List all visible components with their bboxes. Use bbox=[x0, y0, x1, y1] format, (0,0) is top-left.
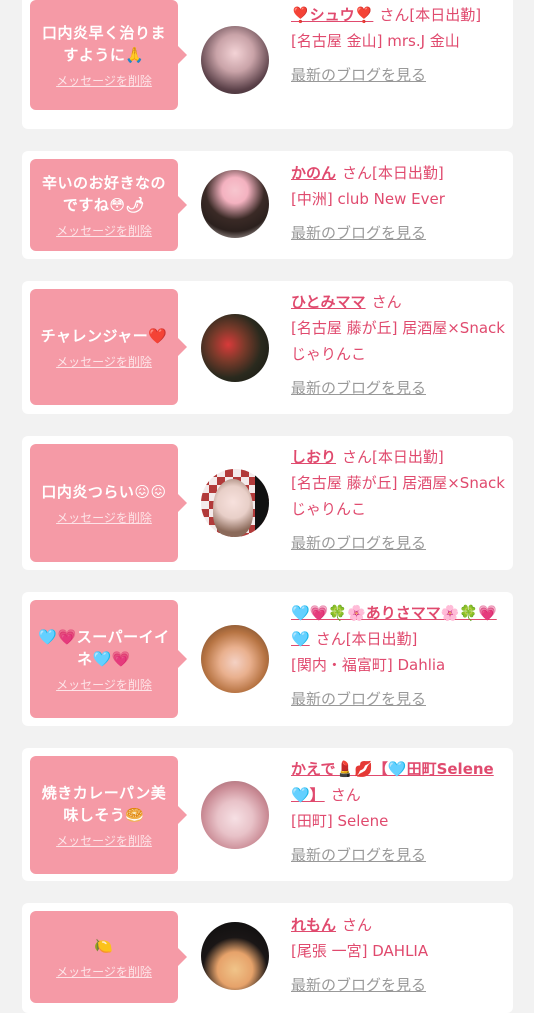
delete-message-link[interactable]: メッセージを削除 bbox=[56, 676, 152, 693]
profile-info: れもん さん [尾張 一宮] DAHLIA 最新のブログを見る bbox=[291, 912, 506, 998]
avatar[interactable] bbox=[201, 170, 269, 238]
latest-blog-link[interactable]: 最新のブログを見る bbox=[291, 375, 506, 401]
profile-info: ❣️シュウ❣️ さん[本日出勤] [名古屋 金山] mrs.J 金山 最新のブログ… bbox=[291, 2, 506, 88]
delete-message-link[interactable]: メッセージを削除 bbox=[56, 832, 152, 849]
message-bubble: 辛いのお好きなのですね😳🌶 メッセージを削除 bbox=[30, 159, 187, 251]
message-text: 🍋 bbox=[94, 936, 114, 955]
message-card: チャレンジャー❤️ メッセージを削除 ひとみママ さん [名古屋 藤が丘] 居酒屋… bbox=[22, 281, 513, 414]
shop-info: [名古屋 金山] mrs.J 金山 bbox=[291, 32, 460, 50]
avatar[interactable] bbox=[201, 314, 269, 382]
message-card: 口内炎早く治りますように🙏 メッセージを削除 ❣️シュウ❣️ さん[本日出勤] [… bbox=[22, 0, 513, 129]
honorific: さん bbox=[342, 916, 373, 934]
profile-info: かえで💄💋【🩵田町Selene🩵】 さん [田町] Selene 最新のブログを見… bbox=[291, 756, 506, 868]
latest-blog-link[interactable]: 最新のブログを見る bbox=[291, 220, 506, 246]
latest-blog-link[interactable]: 最新のブログを見る bbox=[291, 842, 506, 868]
latest-blog-link[interactable]: 最新のブログを見る bbox=[291, 530, 506, 556]
delete-message-link[interactable]: メッセージを削除 bbox=[56, 353, 152, 370]
profile-name-link[interactable]: ひとみママ bbox=[291, 293, 366, 311]
message-text: 辛いのお好きなのですね😳🌶 bbox=[41, 173, 166, 214]
profile-name-link[interactable]: れもん bbox=[291, 916, 336, 934]
avatar[interactable] bbox=[201, 922, 269, 990]
attendance-status: [本日出勤] bbox=[345, 630, 418, 648]
message-bubble: 焼きカレーパン美味しそう🥯 メッセージを削除 bbox=[30, 756, 187, 874]
profile-info: しおり さん[本日出勤] [名古屋 藤が丘] 居酒屋×Snack じゃりんこ 最新… bbox=[291, 444, 506, 556]
message-card: 🩵💗スーパーイイネ🩵💗 メッセージを削除 🩵💗🍀🌸ありさママ🌸🍀💗🩵 さん[本日出… bbox=[22, 592, 513, 726]
message-bubble: 口内炎早く治りますように🙏 メッセージを削除 bbox=[30, 0, 187, 110]
attendance-status: [本日出勤] bbox=[409, 6, 482, 24]
latest-blog-link[interactable]: 最新のブログを見る bbox=[291, 972, 506, 998]
shop-info: [田町] Selene bbox=[291, 812, 389, 830]
profile-info: ひとみママ さん [名古屋 藤が丘] 居酒屋×Snack じゃりんこ 最新のブログ… bbox=[291, 289, 506, 401]
message-bubble: 口内炎つらい😖😖 メッセージを削除 bbox=[30, 444, 187, 562]
message-text: チャレンジャー❤️ bbox=[40, 326, 168, 345]
message-bubble: 🩵💗スーパーイイネ🩵💗 メッセージを削除 bbox=[30, 600, 187, 718]
profile-name-link[interactable]: ❣️シュウ❣️ bbox=[291, 6, 373, 24]
delete-message-link[interactable]: メッセージを削除 bbox=[56, 509, 152, 526]
message-text: 焼きカレーパン美味しそう🥯 bbox=[41, 783, 167, 824]
message-bubble: チャレンジャー❤️ メッセージを削除 bbox=[30, 289, 187, 405]
honorific: さん bbox=[379, 6, 410, 24]
shop-info: [名古屋 藤が丘] 居酒屋×Snack じゃりんこ bbox=[291, 319, 505, 363]
honorific: さん bbox=[330, 786, 361, 804]
message-card: 口内炎つらい😖😖 メッセージを削除 しおり さん[本日出勤] [名古屋 藤が丘] … bbox=[22, 436, 513, 570]
avatar[interactable] bbox=[201, 781, 269, 849]
message-text: 口内炎早く治りますように🙏 bbox=[41, 23, 166, 64]
message-card: 🍋 メッセージを削除 れもん さん [尾張 一宮] DAHLIA 最新のブログを見… bbox=[22, 903, 513, 1013]
shop-info: [尾張 一宮] DAHLIA bbox=[291, 942, 429, 960]
attendance-status: [本日出勤] bbox=[372, 164, 444, 182]
profile-name-link[interactable]: しおり bbox=[291, 448, 336, 466]
honorific: さん bbox=[371, 293, 402, 311]
message-text: 🩵💗スーパーイイネ🩵💗 bbox=[38, 627, 170, 668]
shop-info: [中洲] club New Ever bbox=[291, 190, 445, 208]
avatar[interactable] bbox=[201, 469, 269, 537]
honorific: さん bbox=[342, 448, 373, 466]
latest-blog-link[interactable]: 最新のブログを見る bbox=[291, 62, 506, 88]
latest-blog-link[interactable]: 最新のブログを見る bbox=[291, 686, 506, 712]
message-bubble: 🍋 メッセージを削除 bbox=[30, 911, 187, 1003]
shop-info: [名古屋 藤が丘] 居酒屋×Snack じゃりんこ bbox=[291, 474, 505, 518]
delete-message-link[interactable]: メッセージを削除 bbox=[56, 963, 152, 980]
delete-message-link[interactable]: メッセージを削除 bbox=[56, 72, 152, 89]
honorific: さん bbox=[315, 630, 346, 648]
shop-info: [関内・福富町] Dahlia bbox=[291, 656, 446, 674]
profile-name-link[interactable]: かえで💄💋【🩵田町Selene🩵】 bbox=[291, 760, 494, 804]
delete-message-link[interactable]: メッセージを削除 bbox=[56, 222, 152, 239]
attendance-status: [本日出勤] bbox=[372, 448, 444, 466]
avatar[interactable] bbox=[201, 26, 269, 94]
message-card: 焼きカレーパン美味しそう🥯 メッセージを削除 かえで💄💋【🩵田町Selene🩵】… bbox=[22, 748, 513, 881]
profile-info: かのん さん[本日出勤] [中洲] club New Ever 最新のブログを見る bbox=[291, 160, 506, 246]
message-card: 辛いのお好きなのですね😳🌶 メッセージを削除 かのん さん[本日出勤] [中洲] … bbox=[22, 151, 513, 259]
profile-info: 🩵💗🍀🌸ありさママ🌸🍀💗🩵 さん[本日出勤] [関内・福富町] Dahlia 最新… bbox=[291, 600, 506, 712]
profile-name-link[interactable]: かのん bbox=[291, 164, 336, 182]
avatar[interactable] bbox=[201, 625, 269, 693]
honorific: さん bbox=[342, 164, 373, 182]
message-text: 口内炎つらい😖😖 bbox=[41, 482, 167, 501]
